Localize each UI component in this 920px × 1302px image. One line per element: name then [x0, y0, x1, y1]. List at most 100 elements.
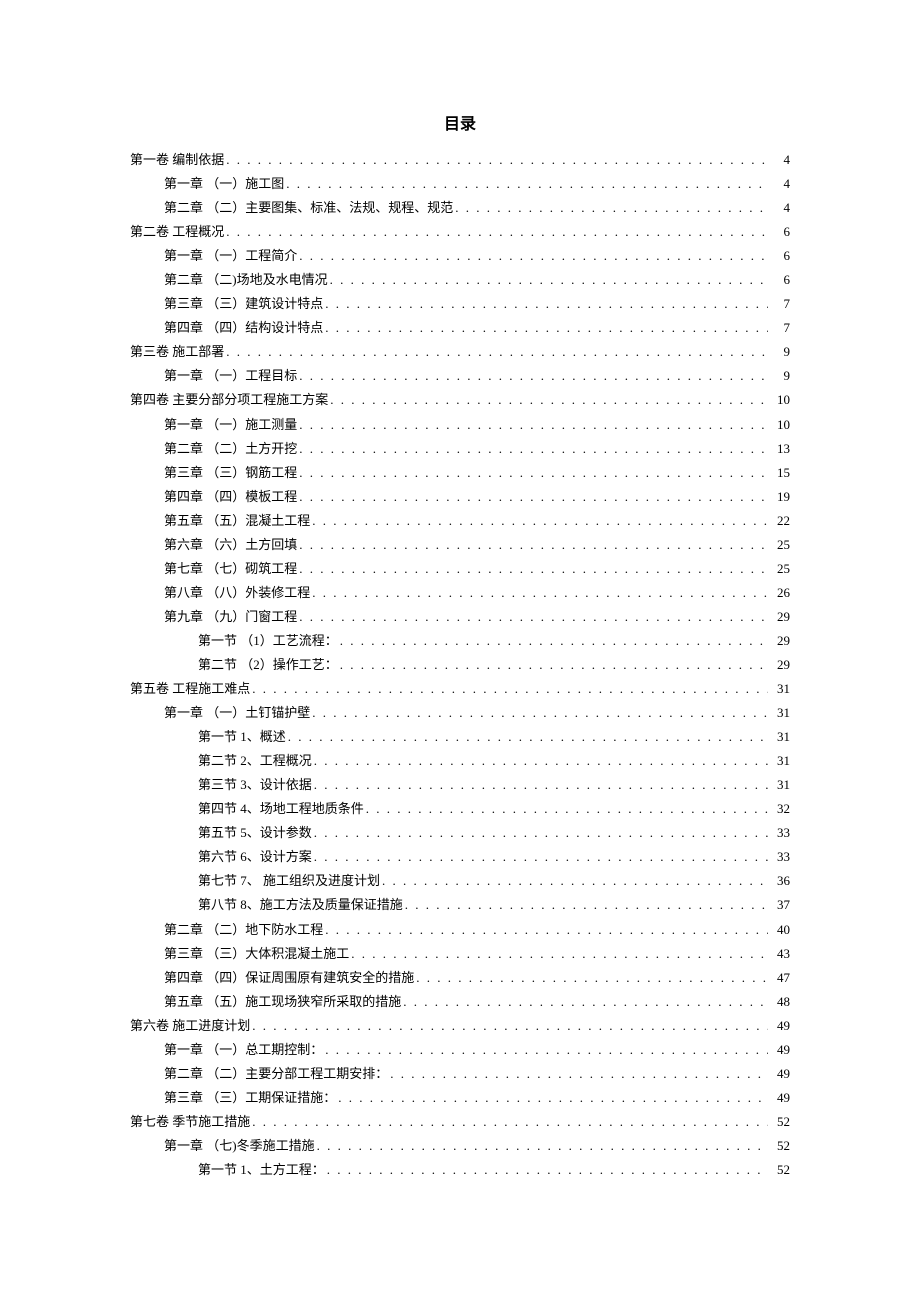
toc-entry: 第五卷 工程施工难点31	[130, 677, 790, 701]
toc-entry-page: 22	[770, 509, 790, 533]
toc-entry-page: 52	[770, 1110, 790, 1134]
toc-leader-dots	[226, 148, 768, 172]
toc-leader-dots	[299, 461, 768, 485]
toc-entry: 第五章 （五）混凝土工程 22	[130, 509, 790, 533]
toc-entry-page: 32	[770, 797, 790, 821]
toc-entry-page: 19	[770, 485, 790, 509]
toc-entry-page: 49	[770, 1062, 790, 1086]
toc-entry: 第二章 （二）主要分部工程工期安排：49	[130, 1062, 790, 1086]
toc-entry-page: 29	[770, 629, 790, 653]
toc-entry-label: 第九章 （九）门窗工程	[164, 605, 297, 629]
toc-entry-page: 9	[770, 340, 790, 364]
toc-entry-page: 33	[770, 821, 790, 845]
toc-entry-label: 第二卷 工程概况	[130, 220, 224, 244]
toc-entry-label: 第一节 （1）工艺流程：	[198, 629, 338, 653]
toc-entry-page: 37	[770, 893, 790, 917]
toc-entry-page: 7	[770, 292, 790, 316]
toc-entry-label: 第四章 （四）保证周围原有建筑安全的措施	[164, 966, 414, 990]
toc-entry: 第四章 （四）保证周围原有建筑安全的措施 47	[130, 966, 790, 990]
toc-leader-dots	[330, 388, 768, 412]
toc-leader-dots	[299, 605, 768, 629]
toc-leader-dots	[317, 1134, 768, 1158]
toc-entry: 第九章 （九）门窗工程 29	[130, 605, 790, 629]
toc-entry-label: 第二章 （二)场地及水电情况	[164, 268, 328, 292]
toc-entry-page: 31	[770, 701, 790, 725]
toc-entry: 第七卷 季节施工措施52	[130, 1110, 790, 1134]
toc-entry-label: 第七节 7、 施工组织及进度计划	[198, 869, 380, 893]
toc-entry: 第一卷 编制依据 4	[130, 148, 790, 172]
toc-entry: 第四章 （四）结构设计特点 7	[130, 316, 790, 340]
toc-leader-dots	[416, 966, 768, 990]
toc-leader-dots	[299, 244, 768, 268]
toc-entry-label: 第五章 （五）施工现场狭窄所采取的措施	[164, 990, 401, 1014]
toc-entry-page: 31	[770, 749, 790, 773]
toc-entry-label: 第四节 4、场地工程地质条件	[198, 797, 364, 821]
toc-leader-dots	[299, 364, 768, 388]
toc-entry-label: 第四章 （四）模板工程	[164, 485, 297, 509]
toc-entry-label: 第四章 （四）结构设计特点	[164, 316, 323, 340]
toc-entry: 第一章 （一）总工期控制：49	[130, 1038, 790, 1062]
toc-entry-label: 第一节 1、概述	[198, 725, 286, 749]
toc-leader-dots	[325, 292, 768, 316]
toc-entry: 第二章 （二）土方开挖 13	[130, 437, 790, 461]
toc-leader-dots	[299, 485, 768, 509]
toc-entry-page: 31	[770, 773, 790, 797]
toc-entry-page: 33	[770, 845, 790, 869]
toc-entry-label: 第一章 （一）工程简介	[164, 244, 297, 268]
toc-entry: 第二节 （2）操作工艺： 29	[130, 653, 790, 677]
toc-leader-dots	[252, 677, 768, 701]
toc-entry-label: 第二节 （2）操作工艺：	[198, 653, 338, 677]
toc-entry-page: 52	[770, 1134, 790, 1158]
toc-leader-dots	[314, 845, 768, 869]
toc-entry: 第一节 （1）工艺流程： 29	[130, 629, 790, 653]
toc-entry: 第四卷 主要分部分项工程施工方案10	[130, 388, 790, 412]
toc-entry: 第四章 （四）模板工程 19	[130, 485, 790, 509]
toc-entry: 第二卷 工程概况6	[130, 220, 790, 244]
toc-entry-label: 第一卷 编制依据	[130, 148, 224, 172]
toc-entry-page: 29	[770, 605, 790, 629]
toc-entry: 第三章 （三）钢筋工程 15	[130, 461, 790, 485]
toc-leader-dots	[312, 581, 768, 605]
toc-leader-dots	[338, 1086, 768, 1110]
toc-entry-label: 第六卷 施工进度计划	[130, 1014, 250, 1038]
toc-entry-page: 49	[770, 1086, 790, 1110]
toc-entry-label: 第二章 （二）地下防水工程	[164, 918, 323, 942]
toc-entry: 第六节 6、设计方案33	[130, 845, 790, 869]
toc-leader-dots	[299, 557, 768, 581]
toc-entry: 第二章 （二）主要图集、标准、法规、规程、规范 4	[130, 196, 790, 220]
toc-leader-dots	[325, 1038, 768, 1062]
toc-leader-dots	[340, 629, 768, 653]
toc-entry: 第三章 （三）大体积混凝土施工 43	[130, 942, 790, 966]
toc-entry-page: 4	[770, 172, 790, 196]
toc-entry: 第三章 （三）工期保证措施：49	[130, 1086, 790, 1110]
toc-leader-dots	[252, 1014, 768, 1038]
toc-entry: 第一章 （一）工程简介 6	[130, 244, 790, 268]
toc-entry: 第七节 7、 施工组织及进度计划36	[130, 869, 790, 893]
toc-leader-dots	[312, 509, 768, 533]
toc-entry-page: 10	[770, 413, 790, 437]
toc-entry: 第一章 （一）施工测量 10	[130, 413, 790, 437]
toc-entry-page: 6	[770, 268, 790, 292]
toc-leader-dots	[390, 1062, 768, 1086]
toc-entry-label: 第一章 （七)冬季施工措施	[164, 1134, 315, 1158]
toc-entry-page: 48	[770, 990, 790, 1014]
toc-leader-dots	[299, 413, 768, 437]
toc-entry-page: 4	[770, 196, 790, 220]
toc-entry-page: 49	[770, 1038, 790, 1062]
toc-leader-dots	[382, 869, 768, 893]
toc-entry-label: 第一章 （一）施工测量	[164, 413, 297, 437]
toc-entry: 第六卷 施工进度计划49	[130, 1014, 790, 1038]
toc-entry: 第六章 （六）土方回填 25	[130, 533, 790, 557]
toc-entry: 第三卷 施工部署9	[130, 340, 790, 364]
toc-entry: 第五章 （五）施工现场狭窄所采取的措施 48	[130, 990, 790, 1014]
toc-entry-label: 第二章 （二）主要图集、标准、法规、规程、规范	[164, 196, 453, 220]
toc-leader-dots	[288, 725, 768, 749]
page-title: 目录	[130, 110, 790, 134]
toc-entry-page: 26	[770, 581, 790, 605]
toc-leader-dots	[314, 749, 768, 773]
toc-leader-dots	[455, 196, 768, 220]
toc-entry-page: 4	[770, 148, 790, 172]
toc-entry-page: 29	[770, 653, 790, 677]
toc-entry: 第二章 （二）地下防水工程 40	[130, 918, 790, 942]
toc-entry-label: 第一章 （一）施工图	[164, 172, 284, 196]
